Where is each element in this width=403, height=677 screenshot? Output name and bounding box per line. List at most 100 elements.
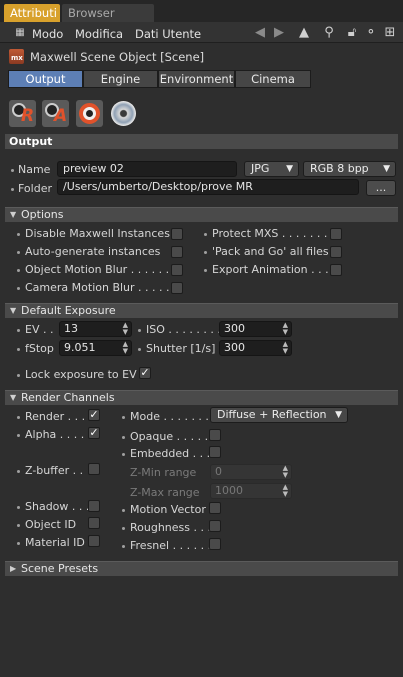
nodes-icon[interactable]: ⚬	[364, 26, 378, 40]
option-auto-instances-checkbox[interactable]	[171, 246, 183, 258]
zbuffer-checkbox[interactable]	[88, 463, 100, 475]
format-dropdown[interactable]: JPG ▼	[244, 161, 299, 177]
chevron-down-icon: ▼	[335, 410, 342, 420]
tab-bar	[0, 0, 403, 22]
name-label: Name	[18, 163, 51, 176]
stepper-arrows-icon: ▲ ▼	[282, 321, 288, 336]
option-camera-motion-blur-label: Camera Motion Blur . . . . . .	[25, 281, 177, 294]
option-camera-motion-blur-checkbox[interactable]	[171, 282, 183, 294]
zmax-stepper[interactable]: 1000 ▲ ▼	[210, 483, 292, 499]
triangle-down-icon: ▼	[10, 210, 17, 219]
option-export-animation-checkbox[interactable]	[330, 264, 342, 276]
stepper-arrows-icon: ▲ ▼	[282, 340, 288, 355]
zbuffer-label: Z-buffer . .	[25, 464, 84, 477]
iso-label: ISO . . . . . . . . .	[146, 323, 228, 336]
render-channel-label: Render . . .	[25, 410, 86, 423]
fstop-value: 9.051	[64, 341, 96, 354]
chevron-down-icon: ▼	[383, 164, 390, 174]
opaque-checkbox[interactable]	[209, 429, 221, 441]
stepper-arrows-icon: ▲ ▼	[122, 321, 128, 336]
iso-value: 300	[224, 322, 245, 335]
zmin-label: Z-Min range	[130, 466, 197, 479]
folder-input[interactable]: /Users/umberto/Desktop/prove MR	[57, 179, 359, 195]
checkmark-icon: ✓	[89, 426, 99, 439]
material-id-checkbox[interactable]	[88, 535, 100, 547]
option-pack-and-go-label: 'Pack and Go' all files	[212, 245, 329, 258]
roughness-checkbox[interactable]	[209, 520, 221, 532]
disc-icon[interactable]	[110, 100, 137, 127]
tab-attributi[interactable]: Attributi	[4, 4, 60, 22]
option-disable-instances-checkbox[interactable]	[171, 228, 183, 240]
lock-exposure-label: Lock exposure to EV	[25, 368, 137, 381]
subtab-cinema[interactable]: Cinema	[235, 70, 311, 88]
zmin-stepper[interactable]: 0 ▲ ▼	[210, 464, 292, 480]
subtab-engine[interactable]: Engine	[83, 70, 158, 88]
object-id-label: Object ID	[25, 518, 77, 531]
subtab-output[interactable]: Output	[8, 70, 83, 88]
menu-modifica[interactable]: Modifica	[75, 27, 123, 41]
object-id-checkbox[interactable]	[88, 517, 100, 529]
alpha-channel-checkbox[interactable]: ✓	[88, 427, 100, 439]
fstop-label: fStop	[25, 342, 54, 355]
option-protect-mxs-label: Protect MXS . . . . . . . .	[212, 227, 335, 240]
folder-label: Folder	[18, 182, 52, 195]
lock-icon[interactable]: 🔓︎	[345, 26, 359, 40]
scene-presets-section-header[interactable]: ▶ Scene Presets	[5, 561, 398, 576]
object-title: Maxwell Scene Object [Scene]	[30, 50, 205, 64]
render-a-icon[interactable]: A	[42, 100, 69, 127]
maxwell-logo-icon: mx	[9, 49, 24, 64]
render-target-icon[interactable]	[76, 100, 103, 127]
render-channels-section-header[interactable]: ▼ Render Channels	[5, 390, 398, 405]
option-object-motion-blur-checkbox[interactable]	[171, 264, 183, 276]
depth-value: RGB 8 bpp	[310, 162, 369, 175]
option-object-motion-blur-label: Object Motion Blur . . . . . . .	[25, 263, 177, 276]
chevron-down-icon: ▼	[286, 164, 293, 174]
triangle-right-icon: ▶	[10, 564, 17, 573]
roughness-label: Roughness . . .	[130, 521, 211, 534]
opaque-label: Opaque . . . . .	[130, 430, 209, 443]
shutter-stepper[interactable]: 300 ▲ ▼	[219, 340, 292, 356]
embedded-label: Embedded . . .	[130, 447, 211, 460]
name-input[interactable]: preview 02	[57, 161, 237, 177]
menu-dati-utente[interactable]: Dati Utente	[135, 27, 201, 41]
new-panel-icon[interactable]: ⊞	[383, 26, 397, 40]
material-id-label: Material ID	[25, 536, 85, 549]
menu-modo[interactable]: Modo	[32, 27, 63, 41]
option-export-animation-label: Export Animation . . .	[212, 263, 329, 276]
ev-stepper[interactable]: 13 ▲ ▼	[59, 321, 132, 337]
lock-exposure-checkbox[interactable]: ✓	[139, 367, 151, 379]
alpha-channel-label: Alpha . . . .	[25, 428, 85, 441]
motion-vector-checkbox[interactable]	[209, 502, 221, 514]
option-protect-mxs-checkbox[interactable]	[330, 228, 342, 240]
fresnel-checkbox[interactable]	[209, 538, 221, 550]
shadow-checkbox[interactable]	[88, 500, 100, 512]
embedded-checkbox[interactable]	[209, 446, 221, 458]
tab-browser-livello[interactable]: Browser Livello	[62, 4, 154, 38]
fstop-stepper[interactable]: 9.051 ▲ ▼	[59, 340, 132, 356]
zmax-value: 1000	[215, 484, 243, 497]
search-icon[interactable]: ⚲	[322, 26, 336, 40]
shutter-label: Shutter [1/s]	[146, 342, 216, 355]
forward-arrow-icon[interactable]: ▶	[272, 26, 286, 40]
ev-label: EV . .	[25, 323, 54, 336]
render-r-icon[interactable]: R	[9, 100, 36, 127]
options-section-header[interactable]: ▼ Options	[5, 207, 398, 222]
browse-button[interactable]: ...	[366, 180, 396, 196]
fresnel-label: Fresnel . . . . . .	[130, 539, 212, 552]
exposure-section-header[interactable]: ▼ Default Exposure	[5, 303, 398, 318]
triangle-down-icon: ▼	[10, 393, 17, 402]
option-pack-and-go-checkbox[interactable]	[330, 246, 342, 258]
up-arrow-icon[interactable]: ▲	[297, 26, 311, 40]
shutter-value: 300	[224, 341, 245, 354]
ev-value: 13	[64, 322, 78, 335]
render-channel-checkbox[interactable]: ✓	[88, 409, 100, 421]
subtab-environment[interactable]: Environment	[158, 70, 235, 88]
checkmark-icon: ✓	[89, 408, 99, 421]
iso-stepper[interactable]: 300 ▲ ▼	[219, 321, 292, 337]
depth-dropdown[interactable]: RGB 8 bpp ▼	[303, 161, 396, 177]
back-arrow-icon[interactable]: ◀	[253, 26, 267, 40]
mode-dropdown[interactable]: Diffuse + Reflection ▼	[210, 407, 348, 423]
option-disable-instances-label: Disable Maxwell Instances	[25, 227, 170, 240]
option-auto-instances-label: Auto-generate instances	[25, 245, 161, 258]
shadow-label: Shadow . . .	[25, 500, 90, 513]
